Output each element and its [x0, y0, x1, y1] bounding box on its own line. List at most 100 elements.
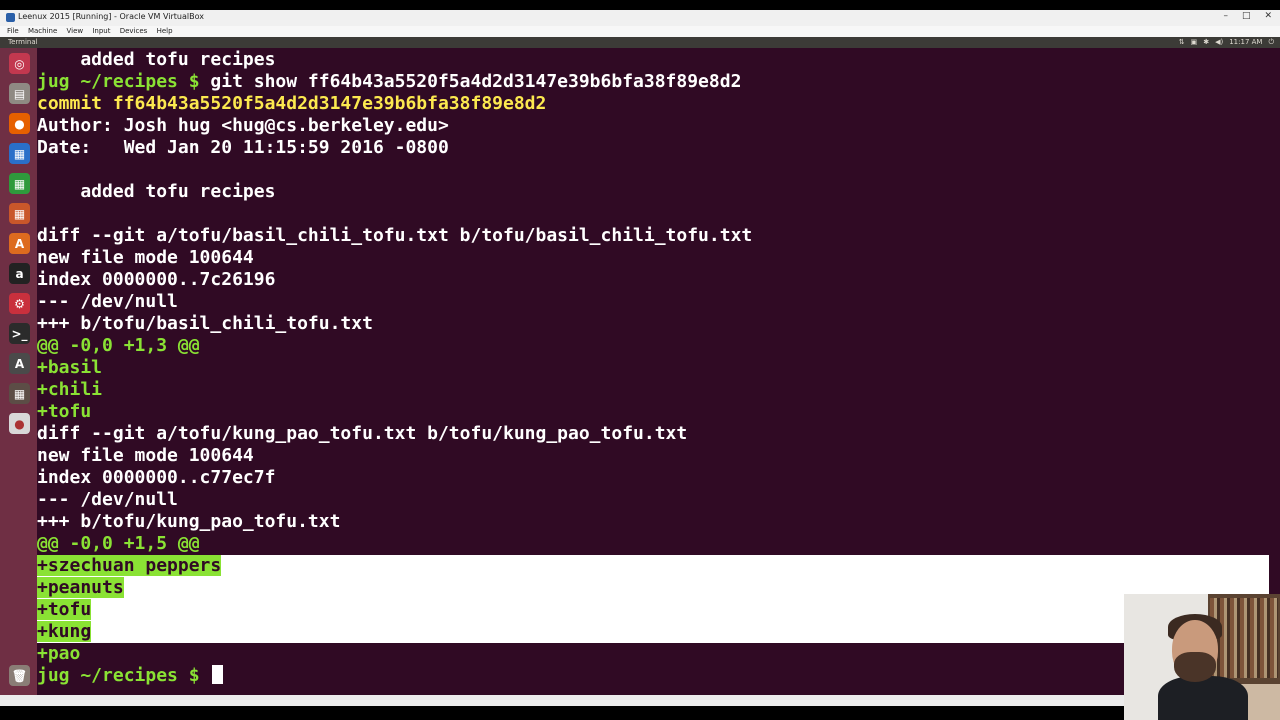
maximize-button[interactable]: □	[1242, 11, 1251, 21]
network-icon[interactable]: ▣	[1191, 37, 1198, 48]
terminal-text: index 0000000..c77ec7f	[37, 467, 276, 488]
top-panel: Terminal ⇅ ▣ ✱ ◀) 11:17 AM ⏻	[0, 37, 1280, 48]
terminal-line: +++ b/tofu/basil_chili_tofu.txt	[37, 313, 373, 335]
updater-icon[interactable]: A	[9, 353, 30, 374]
terminal-line: added tofu recipes	[37, 181, 275, 203]
terminal-line: new file mode 100644	[37, 247, 254, 269]
menu-help[interactable]: Help	[157, 26, 173, 37]
terminal-text: Date: Wed Jan 20 11:15:59 2016 -0800	[37, 137, 449, 158]
terminal-text: +tofu	[37, 599, 92, 620]
terminal-line: +++ b/tofu/kung_pao_tofu.txt	[37, 511, 340, 533]
minimize-button[interactable]: –	[1223, 11, 1228, 21]
firefox-icon[interactable]: ●	[9, 113, 30, 134]
terminal-line: index 0000000..c77ec7f	[37, 467, 275, 489]
terminal-text: git show ff64b43a5520f5a4d2d3147e39b6bfa…	[210, 71, 742, 92]
keyboard-icon[interactable]: ⇅	[1179, 37, 1185, 48]
terminal-line: @@ -0,0 +1,5 @@	[37, 533, 200, 555]
writer-icon[interactable]: ▦	[9, 143, 30, 164]
terminal-line: +pao	[37, 643, 80, 665]
calc-icon[interactable]: ▦	[9, 173, 30, 194]
text-cursor	[212, 665, 224, 684]
webcam-overlay	[1124, 594, 1280, 720]
terminal-text: +++ b/tofu/basil_chili_tofu.txt	[37, 313, 373, 334]
terminal-line: Author: Josh hug <hug@cs.berkeley.edu>	[37, 115, 449, 137]
unity-launcher: ◎ ▤ ● ▦ ▦ ▦ Aa ⚙ >_ A ▦ ● 🗑	[0, 48, 37, 695]
terminal-text: added tofu recipes	[37, 181, 276, 202]
selection-highlight	[37, 555, 1269, 577]
terminal-text: commit ff64b43a5520f5a4d2d3147e39b6bfa38…	[37, 93, 547, 114]
terminal-text: new file mode 100644	[37, 247, 254, 268]
amazon-icon[interactable]: a	[9, 263, 30, 284]
terminal-line: --- /dev/null	[37, 489, 178, 511]
terminal-line: +basil	[37, 357, 102, 379]
menu-view[interactable]: View	[67, 26, 84, 37]
workspace-icon[interactable]: ▦	[9, 383, 30, 404]
terminal-line: +chili	[37, 379, 102, 401]
terminal-output[interactable]: added tofu recipes jug ~/recipes $ git sh…	[37, 48, 1280, 695]
terminal-line: +szechuan peppers	[37, 555, 222, 577]
terminal-line: @@ -0,0 +1,3 @@	[37, 335, 200, 357]
terminal-line: diff --git a/tofu/kung_pao_tofu.txt b/to…	[37, 423, 687, 445]
menu-machine[interactable]: Machine	[28, 26, 57, 37]
menu-input[interactable]: Input	[92, 26, 110, 37]
terminal-text: +peanuts	[37, 577, 124, 598]
terminal-text: +szechuan peppers	[37, 555, 222, 576]
terminal-text: new file mode 100644	[37, 445, 254, 466]
trash-icon[interactable]: 🗑	[9, 665, 30, 686]
files-icon[interactable]: ▤	[9, 83, 30, 104]
terminal-line: new file mode 100644	[37, 445, 254, 467]
terminal-text: diff --git a/tofu/basil_chili_tofu.txt b…	[37, 225, 753, 246]
terminal-text: +++ b/tofu/kung_pao_tofu.txt	[37, 511, 341, 532]
vm-status-bar	[0, 695, 1280, 720]
terminal-text: +kung	[37, 621, 92, 642]
power-icon[interactable]: ⏻	[1268, 37, 1274, 48]
terminal-text: +basil	[37, 357, 103, 378]
webcam-person-body	[1158, 676, 1248, 720]
status-strip	[0, 695, 1280, 706]
terminal-line: jug ~/recipes $ git show ff64b43a5520f5a…	[37, 71, 741, 93]
software-center-icon[interactable]: A	[9, 233, 30, 254]
selection-highlight	[37, 599, 1269, 621]
terminal-line: +peanuts	[37, 577, 124, 599]
virtualbox-app-icon	[6, 13, 15, 22]
terminal-text: Author: Josh hug <hug@cs.berkeley.edu>	[37, 115, 449, 136]
terminal-text: index 0000000..7c26196	[37, 269, 276, 290]
terminal-text: diff --git a/tofu/kung_pao_tofu.txt b/to…	[37, 423, 688, 444]
terminal-text: +tofu	[37, 401, 92, 422]
window-controls: – □ ✕	[1223, 11, 1272, 21]
terminal-line: diff --git a/tofu/basil_chili_tofu.txt b…	[37, 225, 752, 247]
ubuntu-dash-icon[interactable]: ◎	[9, 53, 30, 74]
terminal-line: +kung	[37, 621, 92, 643]
terminal-text: --- /dev/null	[37, 291, 178, 312]
terminal-line: --- /dev/null	[37, 291, 178, 313]
terminal-text: @@ -0,0 +1,5 @@	[37, 533, 200, 554]
terminal-line: added tofu recipes	[37, 49, 275, 71]
terminal-text: --- /dev/null	[37, 489, 178, 510]
close-button[interactable]: ✕	[1264, 11, 1272, 21]
terminal-line: +tofu	[37, 599, 92, 621]
terminal-text: jug ~/recipes $	[37, 71, 211, 92]
terminal-line: commit ff64b43a5520f5a4d2d3147e39b6bfa38…	[37, 93, 546, 115]
webcam-books	[1210, 598, 1278, 678]
bluetooth-icon[interactable]: ✱	[1203, 37, 1209, 48]
terminal-icon[interactable]: >_	[9, 323, 30, 344]
terminal-line: +tofu	[37, 401, 91, 423]
terminal-text: added tofu recipes	[37, 49, 276, 70]
webcam-person-beard	[1174, 652, 1216, 682]
menu-devices[interactable]: Devices	[120, 26, 148, 37]
active-app-name: Terminal	[8, 38, 38, 46]
terminal-text: +chili	[37, 379, 103, 400]
terminal-text: +pao	[37, 643, 81, 664]
terminal-line: index 0000000..7c26196	[37, 269, 275, 291]
terminal-line: Date: Wed Jan 20 11:15:59 2016 -0800	[37, 137, 449, 159]
terminal-line: jug ~/recipes $	[37, 665, 224, 687]
volume-icon[interactable]: ◀)	[1215, 37, 1223, 48]
terminal-text: jug ~/recipes $	[37, 665, 211, 686]
clock[interactable]: 11:17 AM	[1229, 37, 1262, 48]
terminal-text: @@ -0,0 +1,3 @@	[37, 335, 200, 356]
settings-icon[interactable]: ⚙	[9, 293, 30, 314]
selection-highlight	[37, 621, 1269, 643]
menu-file[interactable]: File	[7, 26, 19, 37]
dvd-icon[interactable]: ●	[9, 413, 30, 434]
impress-icon[interactable]: ▦	[9, 203, 30, 224]
